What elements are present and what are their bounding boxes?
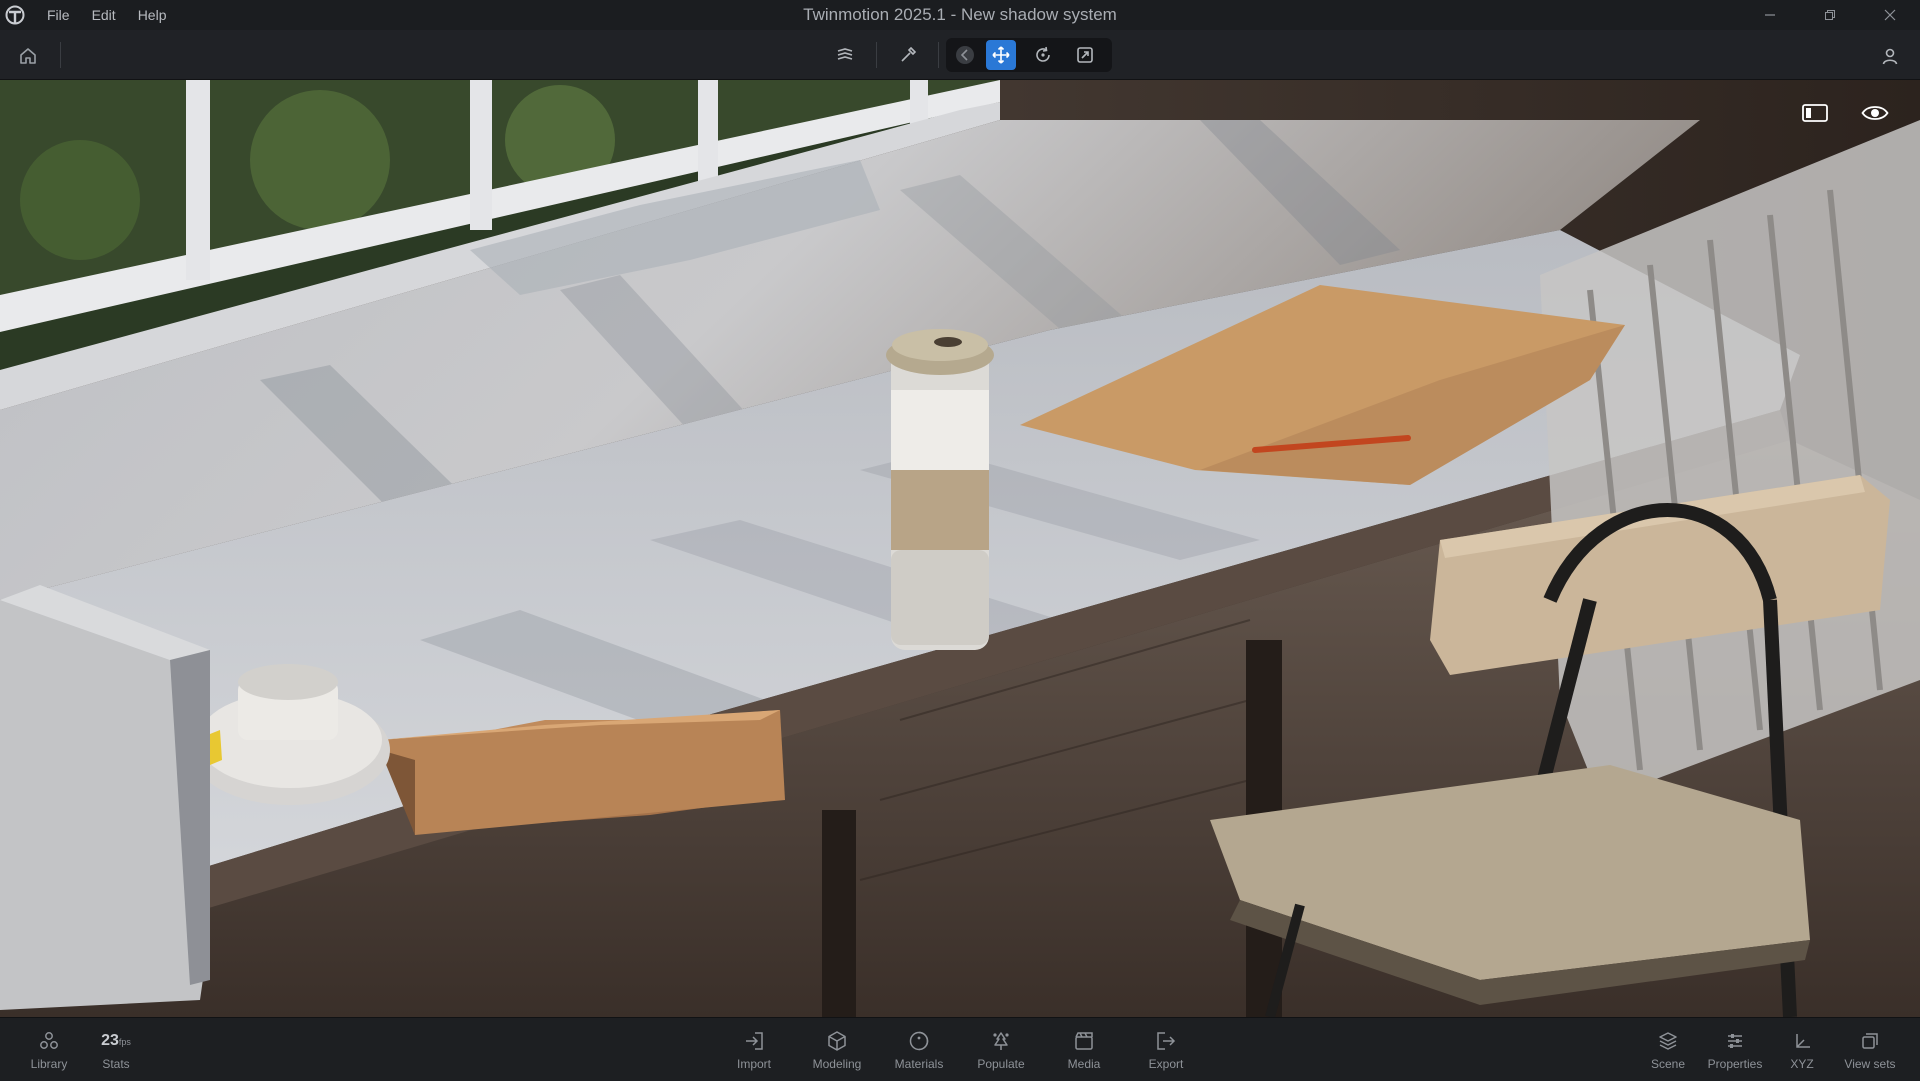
import-label: Import (736, 1057, 771, 1071)
back-icon (956, 46, 974, 64)
menu-file[interactable]: File (36, 7, 81, 23)
modeling-label: Modeling (812, 1057, 862, 1071)
populate-label: Populate (977, 1057, 1025, 1071)
close-button[interactable] (1860, 0, 1920, 30)
scale-button[interactable] (1070, 40, 1100, 70)
user-icon (1882, 48, 1898, 65)
bottom-dock: Library 23fps Stats Import Modeling Mate… (0, 1017, 1920, 1081)
import-icon (746, 1032, 763, 1050)
media-label: Media (1067, 1057, 1101, 1071)
populate-icon (993, 1032, 1009, 1050)
3d-viewport[interactable] (0, 80, 1920, 1017)
populate-button[interactable]: Populate (963, 1028, 1039, 1074)
scene-button[interactable]: Scene (1630, 1028, 1706, 1074)
properties-button[interactable]: Properties (1697, 1028, 1773, 1074)
coffee-cup (886, 329, 994, 650)
window-title: Twinmotion 2025.1 - New shadow system (803, 5, 1117, 24)
import-button[interactable]: Import (716, 1028, 792, 1074)
panel-toggle-button[interactable] (1798, 98, 1832, 128)
stats-label: Stats (102, 1057, 130, 1071)
title-bar: File Edit Help Twinmotion 2025.1 - New s… (0, 0, 1920, 30)
toolbar-divider (938, 42, 939, 68)
materials-label: Materials (894, 1057, 944, 1071)
rotate-icon (1036, 46, 1050, 62)
xyz-button[interactable]: XYZ (1764, 1028, 1840, 1074)
view-sets-label: View sets (1844, 1057, 1896, 1071)
scale-icon (1077, 47, 1093, 63)
rendered-scene (0, 80, 1920, 1017)
window-controls (1740, 0, 1920, 30)
cube-icon (828, 1031, 846, 1051)
materials-button[interactable]: Materials (881, 1028, 957, 1074)
library-label: Library (30, 1057, 68, 1071)
view-sets-button[interactable]: View sets (1832, 1028, 1908, 1074)
move-icon (992, 46, 1010, 64)
fps-readout: 23fps (101, 1032, 131, 1049)
stats-button[interactable]: 23fps Stats (78, 1028, 154, 1074)
toolbar-divider (876, 42, 877, 68)
media-icon (1075, 1032, 1093, 1050)
xyz-icon (1796, 1034, 1810, 1048)
properties-label: Properties (1707, 1057, 1763, 1071)
view-sets-icon (1862, 1033, 1878, 1049)
home-button[interactable] (14, 42, 42, 70)
materials-icon (909, 1031, 929, 1051)
move-button[interactable] (986, 40, 1016, 70)
toolbar-divider (60, 42, 61, 68)
layers-icon (837, 48, 853, 60)
eye-icon (1861, 106, 1889, 120)
home-icon (20, 48, 36, 64)
twinmotion-logo-icon (4, 4, 26, 26)
scene-label: Scene (1650, 1057, 1686, 1071)
back-button[interactable] (950, 40, 980, 70)
modeling-button[interactable]: Modeling (799, 1028, 875, 1074)
restore-button[interactable] (1800, 0, 1860, 30)
minimize-button[interactable] (1740, 0, 1800, 30)
visibility-toggle-button[interactable] (1858, 98, 1892, 128)
media-button[interactable]: Media (1046, 1028, 1122, 1074)
export-button[interactable]: Export (1128, 1028, 1204, 1074)
pipette-button[interactable] (893, 40, 923, 70)
library-icon (40, 1032, 58, 1049)
menu-bar: File Edit Help (36, 7, 177, 23)
xyz-label: XYZ (1790, 1057, 1814, 1071)
menu-help[interactable]: Help (127, 7, 178, 23)
layers-button[interactable] (830, 40, 860, 70)
export-icon (1157, 1032, 1176, 1050)
scene-icon (1659, 1032, 1677, 1050)
menu-edit[interactable]: Edit (81, 7, 127, 23)
library-button[interactable]: Library (11, 1028, 87, 1074)
main-toolbar (0, 30, 1920, 80)
pipette-icon (901, 46, 917, 62)
user-account-button[interactable] (1876, 42, 1904, 70)
panel-icon (1802, 104, 1828, 122)
rotate-button[interactable] (1028, 40, 1058, 70)
export-label: Export (1148, 1057, 1184, 1071)
properties-icon (1728, 1034, 1742, 1048)
